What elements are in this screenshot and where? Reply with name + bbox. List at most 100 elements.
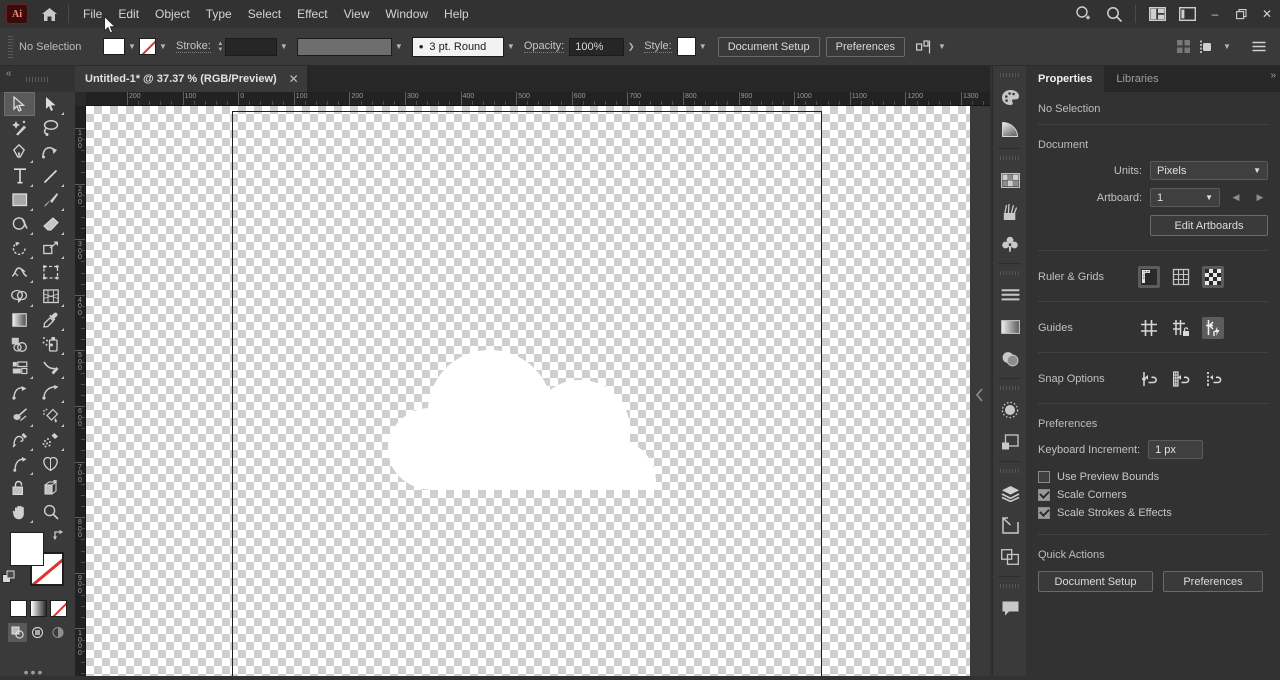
pen-tool[interactable] [4, 140, 35, 164]
scrollbar-handle-icon[interactable] [973, 386, 987, 404]
stroke-weight-stepper[interactable]: ▲ ▼ [216, 38, 225, 56]
document-setup-button[interactable]: Document Setup [717, 36, 820, 57]
scale-corners-checkbox[interactable] [1038, 489, 1050, 501]
document-tab-close-icon[interactable]: ✕ [289, 72, 299, 86]
stroke-panel-icon[interactable] [993, 279, 1027, 311]
panel-collapse-arrows[interactable]: » [1270, 70, 1276, 81]
canvas-vertical-scrollbar[interactable] [970, 106, 990, 676]
next-artboard-icon[interactable]: ▶ [1252, 189, 1268, 207]
fill-color-swatch[interactable] [103, 38, 125, 55]
none-mode-icon[interactable] [50, 600, 67, 617]
menu-window[interactable]: Window [377, 3, 436, 25]
artboards-panel-icon[interactable] [993, 541, 1027, 573]
hand-tool[interactable] [4, 500, 35, 524]
style-label[interactable]: Style: [644, 40, 672, 53]
dock-grip-3[interactable] [999, 268, 1020, 278]
width-profile-caret-icon[interactable]: ▼ [392, 38, 406, 56]
use-preview-bounds-checkbox[interactable] [1038, 471, 1050, 483]
rotate-tool[interactable] [4, 236, 35, 260]
artboard-tool[interactable] [4, 380, 35, 404]
scale-tool[interactable] [35, 236, 66, 260]
keyboard-increment-input[interactable]: 1 px [1148, 440, 1204, 459]
close-button[interactable]: ✕ [1254, 0, 1280, 28]
quick-document-setup-button[interactable]: Document Setup [1038, 571, 1153, 592]
scale-strokes-effects-checkbox[interactable] [1038, 507, 1050, 519]
control-bar-grip[interactable] [8, 35, 13, 58]
maximize-button[interactable] [1228, 0, 1254, 28]
show-rulers-icon[interactable] [1138, 266, 1160, 288]
transparency-panel-icon[interactable] [993, 343, 1027, 375]
snap-to-pixel-icon[interactable] [1202, 368, 1224, 390]
menu-file[interactable]: File [75, 3, 110, 25]
reflect-tool[interactable] [4, 452, 35, 476]
lock-guides-icon[interactable] [1170, 317, 1192, 339]
brushes-panel-icon[interactable] [993, 196, 1027, 228]
export-panel-icon[interactable] [993, 509, 1027, 541]
variable-width-profile-field[interactable] [296, 37, 392, 56]
layers-panel-icon[interactable] [993, 477, 1027, 509]
selection-tool[interactable] [4, 92, 35, 116]
canvas-area[interactable] [86, 106, 990, 676]
show-transparency-grid-icon[interactable] [1202, 266, 1224, 288]
arrange-documents-icon[interactable] [1142, 0, 1172, 28]
tab-properties[interactable]: Properties [1026, 66, 1105, 92]
dock-grip-5[interactable] [999, 466, 1020, 476]
curvature-tool[interactable] [35, 140, 66, 164]
menu-edit[interactable]: Edit [110, 3, 147, 25]
more-tools-icon[interactable]: ••• [0, 664, 68, 680]
pattern-options-icon[interactable] [993, 394, 1027, 426]
puppet-warp-tool[interactable] [35, 380, 66, 404]
units-select[interactable]: Pixels ▼ [1150, 161, 1268, 180]
gradient2-panel-icon[interactable] [993, 311, 1027, 343]
column-graph-tool[interactable] [4, 356, 35, 380]
ruler-origin-box[interactable] [75, 92, 86, 106]
smart-guides-icon[interactable] [1202, 317, 1224, 339]
eyedropper-tool[interactable] [35, 308, 66, 332]
fill-color-box[interactable] [10, 532, 44, 566]
tab-libraries[interactable]: Libraries [1104, 66, 1170, 92]
style-caret-icon[interactable]: ▼ [696, 38, 710, 56]
align-to-icon[interactable] [913, 36, 935, 58]
lasso-tool[interactable] [35, 116, 66, 140]
cloud-artwork[interactable] [386, 338, 666, 501]
dock-grip-2[interactable] [999, 153, 1020, 163]
stroke-color-swatch[interactable] [139, 38, 156, 55]
stroke-weight-input[interactable] [224, 37, 277, 56]
user-add-icon[interactable] [1069, 0, 1099, 28]
perspective-grid-tool[interactable] [35, 284, 66, 308]
3d-extrude-tool[interactable] [35, 476, 66, 500]
quick-preferences-button[interactable]: Preferences [1163, 571, 1263, 592]
type-tool[interactable] [4, 164, 35, 188]
stroke-label[interactable]: Stroke: [176, 40, 211, 53]
symbols-panel-icon[interactable] [993, 228, 1027, 260]
gradient-panel-icon[interactable] [993, 113, 1027, 145]
snap-to-point-icon[interactable] [1138, 368, 1160, 390]
align-caret-icon[interactable]: ▼ [935, 38, 949, 56]
show-guides-icon[interactable] [1138, 317, 1160, 339]
default-fill-stroke-icon[interactable] [2, 570, 18, 586]
menu-view[interactable]: View [336, 3, 378, 25]
opacity-input[interactable]: 100% [569, 37, 625, 56]
menu-type[interactable]: Type [198, 3, 240, 25]
gradient-mode-icon[interactable] [30, 600, 47, 617]
edit-artboards-button[interactable]: Edit Artboards [1150, 215, 1268, 236]
slice-tool[interactable] [35, 356, 66, 380]
fill-dropdown-caret-icon[interactable]: ▼ [125, 38, 139, 56]
snap-to-grid-icon[interactable] [1170, 368, 1192, 390]
menu-object[interactable]: Object [147, 3, 198, 25]
symbol-sprayer-tool[interactable] [35, 332, 66, 356]
graphic-style-swatch[interactable] [676, 37, 696, 56]
blend-tool[interactable] [4, 332, 35, 356]
appearance-panel-icon[interactable] [993, 426, 1027, 458]
unlock-tool[interactable] [4, 476, 35, 500]
shape-builder-tool[interactable] [4, 284, 35, 308]
menu-help[interactable]: Help [436, 3, 477, 25]
opacity-expand-icon[interactable]: ❯ [624, 38, 638, 56]
show-grid-icon[interactable] [1170, 266, 1192, 288]
scatter-brush-tool[interactable] [35, 428, 66, 452]
rectangle-tool[interactable] [4, 188, 35, 212]
menu-effect[interactable]: Effect [289, 3, 335, 25]
workspace-switcher-icon[interactable] [1172, 0, 1202, 28]
width-tool[interactable] [4, 260, 35, 284]
swap-fill-stroke-icon[interactable] [52, 528, 66, 542]
